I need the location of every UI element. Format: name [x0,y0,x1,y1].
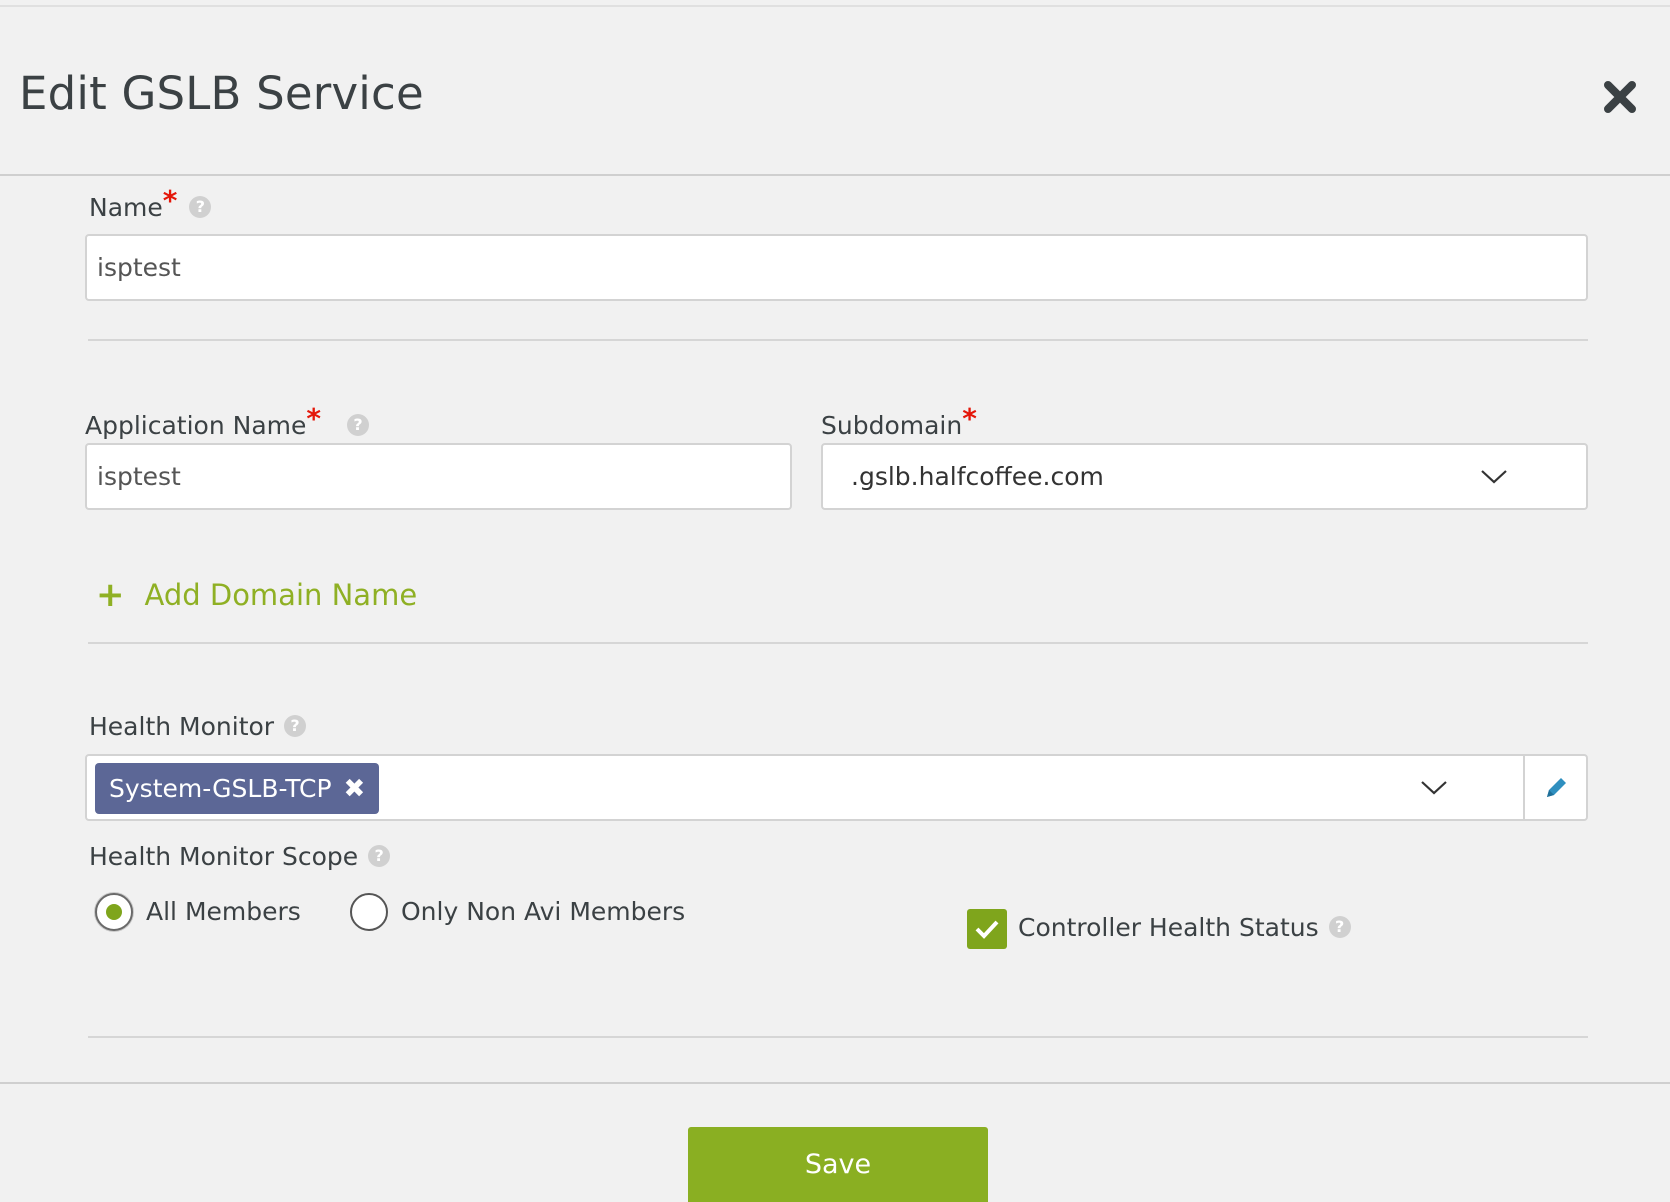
application-name-label: Application Name [85,411,307,440]
controller-health-status-checkbox[interactable] [967,909,1007,949]
required-icon: * [306,402,322,435]
remove-tag-icon[interactable]: ✖ [344,774,366,804]
save-button[interactable]: Save [688,1127,988,1202]
health-monitor-tag-label: System-GSLB-TCP [109,774,332,803]
help-icon[interactable]: ? [347,414,369,436]
plus-icon: + [96,575,125,615]
section-divider [88,642,1588,644]
application-name-input[interactable]: isptest [85,443,792,510]
help-icon[interactable]: ? [189,196,212,218]
health-monitor-scope-label: Health Monitor Scope [89,842,359,871]
add-domain-name-button[interactable]: + Add Domain Name [96,578,417,612]
radio-only-non-avi-members[interactable] [350,893,388,931]
chevron-down-icon[interactable] [1420,780,1448,796]
health-monitor-label: Health Monitor [89,712,275,741]
required-icon: * [962,402,977,435]
health-monitor-tag: System-GSLB-TCP ✖ [95,763,380,814]
help-icon[interactable]: ? [284,715,307,737]
health-monitor-label-row: Health Monitor ? [89,712,307,741]
controller-health-status-label[interactable]: Controller Health Status [1018,913,1319,942]
subdomain-select[interactable]: .gslb.halfcoffee.com [821,443,1588,510]
help-icon[interactable]: ? [1328,916,1351,938]
dialog-header: Edit GSLB Service [0,7,1670,176]
health-monitor-scope-label-row: Health Monitor Scope ? [89,842,391,871]
checkmark-icon [975,920,999,939]
radio-all-members[interactable] [95,893,133,931]
application-name-label-row: Application Name* ? [85,402,369,441]
application-name-value: isptest [97,462,181,491]
subdomain-label: Subdomain [821,411,963,440]
section-divider [88,1036,1588,1038]
name-label: Name [89,193,163,222]
subdomain-selected-value: .gslb.halfcoffee.com [851,462,1104,491]
chevron-down-icon [1481,470,1507,484]
edit-health-monitor-button[interactable] [1523,754,1586,821]
name-input[interactable]: isptest [85,234,1588,301]
name-label-row: Name* ? [89,184,212,223]
close-icon[interactable] [1600,77,1640,117]
pencil-icon [1546,777,1566,797]
name-input-value: isptest [97,253,181,282]
add-domain-name-label: Add Domain Name [144,578,418,612]
required-icon: * [162,184,178,217]
page-title: Edit GSLB Service [19,67,424,120]
subdomain-label-row: Subdomain* [821,402,977,441]
controller-health-status-label-row: Controller Health Status ? [1018,913,1351,942]
footer-divider [0,1082,1670,1084]
help-icon[interactable]: ? [368,845,391,867]
radio-only-non-avi-members-label[interactable]: Only Non Avi Members [401,897,685,926]
radio-all-members-label[interactable]: All Members [146,897,301,926]
section-divider [88,339,1588,341]
